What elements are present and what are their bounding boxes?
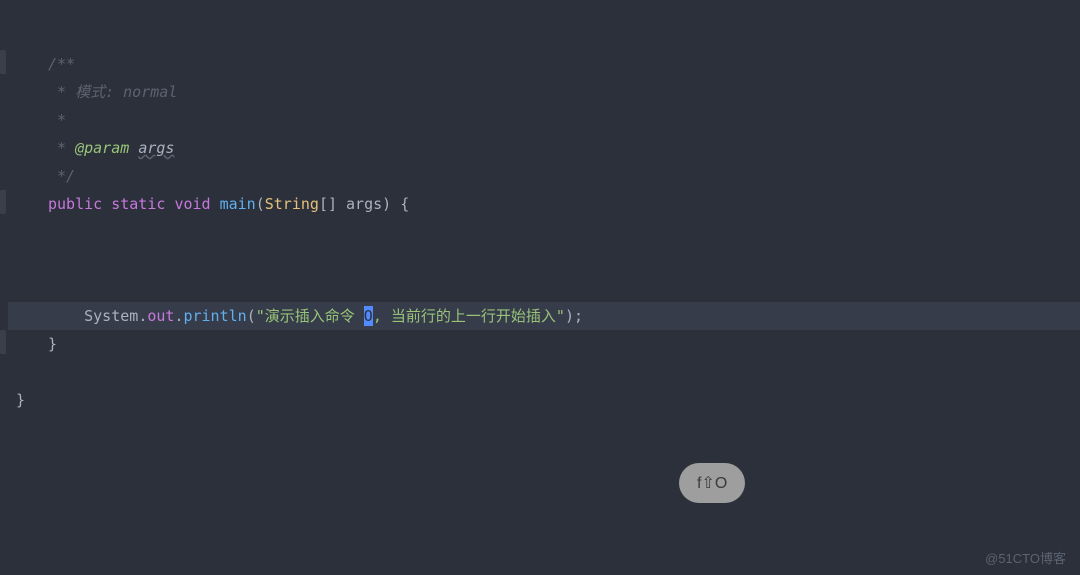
code-line-empty[interactable] <box>8 246 1080 274</box>
doc-comment: /** <box>48 55 75 73</box>
doc-comment: * 模式: normal <box>48 83 177 101</box>
keybind-indicator: f⇧O <box>679 463 745 503</box>
identifier-system: System <box>84 307 138 325</box>
code-line[interactable]: /** <box>8 50 1080 78</box>
code-line[interactable]: } <box>8 330 1080 358</box>
identifier-out: out <box>147 307 174 325</box>
watermark-text: @51CTO博客 <box>985 548 1066 567</box>
keybind-text: f⇧O <box>697 473 727 493</box>
code-line[interactable]: * @param args <box>8 134 1080 162</box>
doc-comment: * @param args <box>48 139 174 157</box>
doc-comment: * <box>48 111 66 129</box>
code-line[interactable]: * 模式: normal <box>8 78 1080 106</box>
code-editor[interactable]: /** * 模式: normal * * @param args */ publ… <box>0 0 1080 414</box>
code-line[interactable]: */ <box>8 162 1080 190</box>
keyword-static: static <box>111 195 165 213</box>
code-line-active[interactable]: System.out.println("演示插入命令 O, 当前行的上一行开始插… <box>8 302 1080 330</box>
brace-close: } <box>48 335 57 353</box>
code-line-empty[interactable] <box>8 358 1080 386</box>
code-line[interactable]: public static void main(String[] args) { <box>8 190 1080 218</box>
doc-tag-param: @param <box>75 139 129 157</box>
keyword-void: void <box>174 195 210 213</box>
cursor: O <box>364 306 373 326</box>
doc-param-name: args <box>138 139 174 157</box>
keyword-public: public <box>48 195 102 213</box>
method-println: println <box>183 307 246 325</box>
code-line[interactable]: } <box>8 386 1080 414</box>
code-line-empty[interactable] <box>8 218 1080 246</box>
fold-marker-icon[interactable] <box>0 50 6 74</box>
doc-comment: */ <box>48 167 75 185</box>
fold-marker-icon[interactable] <box>0 330 6 354</box>
string-literal: "演示插入命令 O, 当前行的上一行开始插入" <box>256 306 565 326</box>
brace-close: } <box>16 391 25 409</box>
code-line[interactable]: * <box>8 106 1080 134</box>
editor-gutter <box>0 0 8 414</box>
method-name: main <box>220 195 256 213</box>
type-name: String <box>265 195 319 213</box>
code-line-empty[interactable] <box>8 274 1080 302</box>
fold-marker-icon[interactable] <box>0 190 6 214</box>
